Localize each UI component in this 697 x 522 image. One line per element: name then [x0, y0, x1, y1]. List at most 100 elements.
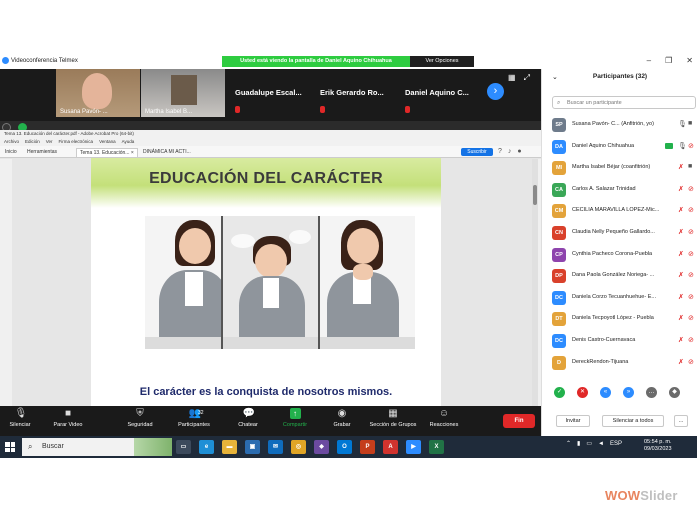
coffee-icon[interactable]: ◆ — [669, 387, 680, 398]
invite-button[interactable]: Invitar — [556, 415, 590, 427]
more-button[interactable]: ... — [674, 415, 688, 427]
record-button[interactable]: ◉ Grabar — [318, 408, 366, 428]
menu-item[interactable]: Firma electrónica — [59, 138, 94, 146]
participant-row[interactable]: DT Daniela Tecpoyotl López - Puebla ✗ ⊘ — [542, 309, 697, 331]
participant-row[interactable]: CP Cynthia Pacheco Corona-Puebla ✗ ⊘ — [542, 245, 697, 267]
app-icon[interactable]: ◆ — [314, 440, 329, 454]
video-off-icon[interactable]: ⊘ — [688, 271, 694, 279]
tab-herramientas[interactable]: Herramientas — [24, 148, 60, 157]
tab-document-2[interactable]: DINÁMICA MI ACTI... — [140, 148, 194, 157]
next-page-button[interactable]: › — [487, 83, 504, 100]
video-off-icon[interactable]: ⊘ — [688, 250, 694, 258]
bell-icon[interactable]: ♪ — [508, 148, 512, 155]
video-tile[interactable]: Guadalupe Escal... — [229, 69, 313, 117]
mic-tray-icon[interactable]: ▮ — [577, 440, 580, 447]
file-explorer-icon[interactable]: ▬ — [222, 440, 237, 454]
tab-document[interactable]: Tema 13. Educación... × — [76, 148, 138, 157]
breakout-rooms-button[interactable]: ▦ Sección de Grupos — [364, 408, 422, 428]
muted-mic-icon[interactable]: ✗ — [678, 271, 684, 279]
reactions-button[interactable]: ☺ Reacciones — [420, 408, 468, 428]
menu-item[interactable]: Archivo — [4, 138, 19, 146]
restore-icon[interactable]: ❐ — [665, 56, 672, 65]
share-screen-button[interactable]: ↑ Compartir — [271, 408, 319, 428]
muted-mic-icon[interactable]: ✗ — [678, 293, 684, 301]
acrobat-icon[interactable]: A — [383, 440, 398, 454]
minimize-icon[interactable]: – — [647, 56, 651, 65]
muted-mic-icon[interactable]: ✗ — [678, 314, 684, 322]
video-off-icon[interactable]: ⊘ — [688, 293, 694, 301]
video-tile[interactable]: Erik Gerardo Ro... — [314, 69, 398, 117]
layout-icon[interactable]: ▦ — [508, 73, 516, 83]
mail-icon[interactable]: ✉ — [268, 440, 283, 454]
subscribe-button[interactable]: Suscribir — [461, 148, 493, 156]
video-tile[interactable]: Susana Pavón- ... — [56, 69, 140, 117]
excel-icon[interactable]: X — [429, 440, 444, 454]
outlook-icon[interactable]: O — [337, 440, 352, 454]
video-tile[interactable]: Martha Isabel B... — [141, 69, 225, 117]
participants-button[interactable]: 👥 32 Participantes — [170, 408, 218, 428]
menu-item[interactable]: Ver — [46, 138, 53, 146]
video-camera-icon[interactable]: ■ — [688, 120, 692, 127]
volume-icon[interactable]: ◄ — [598, 441, 604, 447]
muted-mic-icon[interactable]: ✗ — [678, 336, 684, 344]
menu-item[interactable]: Edición — [25, 138, 40, 146]
chevron-down-icon[interactable]: ⌄ — [552, 73, 558, 81]
x-icon[interactable]: ✕ — [577, 387, 588, 398]
account-icon[interactable]: ● — [517, 148, 521, 155]
security-button[interactable]: ⛨ Seguridad — [116, 408, 164, 428]
more-icon[interactable]: … — [646, 387, 657, 398]
scroll-thumb[interactable] — [533, 185, 537, 205]
menu-item[interactable]: Ayuda — [122, 138, 135, 146]
muted-mic-icon[interactable]: ✗ — [678, 185, 684, 193]
network-icon[interactable]: ▭ — [586, 440, 592, 447]
mute-button[interactable]: 🎙 Silenciar — [0, 408, 44, 428]
zoom-icon[interactable]: ▶ — [406, 440, 421, 454]
taskbar-clock[interactable]: 05:54 p. m. 09/03/2023 — [644, 439, 672, 453]
stop-video-button[interactable]: ■ Parar Video — [44, 408, 92, 428]
mute-all-button[interactable]: Silenciar a todos — [602, 415, 664, 427]
microphone-icon[interactable]: 🎙 — [678, 142, 687, 150]
participant-row[interactable]: DC Daniela Corzo Tecuanhuehue- E... ✗ ⊘ — [542, 288, 697, 310]
muted-mic-icon[interactable]: ✗ — [678, 206, 684, 214]
participant-row[interactable]: SP Susana Pavón- C... (Anfitrión, yo) 🎙 ■ — [542, 115, 697, 137]
muted-mic-icon[interactable]: ✗ — [678, 250, 684, 258]
tab-inicio[interactable]: Inicio — [2, 148, 20, 157]
taskbar-search-input[interactable]: ⌕ Buscar — [22, 438, 172, 456]
microphone-icon[interactable]: 🎙 — [678, 120, 687, 128]
muted-mic-icon[interactable]: ✗ — [678, 228, 684, 236]
participant-row[interactable]: DA Daniel Aquino Chihuahua 🎙 ⊘ — [542, 137, 697, 159]
windows-start-icon[interactable] — [5, 442, 15, 452]
chat-button[interactable]: 💬 Chatear — [224, 408, 272, 428]
video-tile[interactable]: Daniel Aquino C... — [399, 69, 483, 117]
participant-search-input[interactable]: ⌕ Buscar un participante — [552, 96, 696, 109]
participant-row[interactable]: DC Denis Castro-Cuernavaca ✗ ⊘ — [542, 331, 697, 353]
participant-row[interactable]: CM CECILIA MARAVILLA LOPEZ-Mic... ✗ ⊘ — [542, 201, 697, 223]
store-icon[interactable]: ▣ — [245, 440, 260, 454]
powerpoint-icon[interactable]: P — [360, 440, 375, 454]
video-off-icon[interactable]: ⊘ — [688, 358, 694, 366]
task-view-icon[interactable]: ▭ — [176, 440, 191, 454]
end-meeting-button[interactable]: Fin — [503, 414, 535, 428]
rewind-icon[interactable]: « — [600, 387, 611, 398]
participant-row[interactable]: CN Claudia Nelly Pequeño Gallardo... ✗ ⊘ — [542, 223, 697, 245]
menu-item[interactable]: Ventana — [99, 138, 116, 146]
participant-row[interactable]: CA Carlos A. Salazar Trinidad ✗ ⊘ — [542, 180, 697, 202]
chevron-up-icon[interactable]: ⌃ — [566, 440, 571, 447]
fast-forward-icon[interactable]: » — [623, 387, 634, 398]
video-off-icon[interactable]: ⊘ — [688, 206, 694, 214]
video-off-icon[interactable]: ⊘ — [688, 142, 694, 150]
help-icon[interactable]: ? — [498, 148, 502, 155]
fullscreen-icon[interactable]: ⤢ — [524, 73, 530, 83]
participant-row[interactable]: DP Dana Paola González Noriega- ... ✗ ⊘ — [542, 266, 697, 288]
video-off-icon[interactable]: ⊘ — [688, 185, 694, 193]
video-off-icon[interactable]: ⊘ — [688, 228, 694, 236]
chrome-icon[interactable]: ◎ — [291, 440, 306, 454]
check-icon[interactable]: ✓ — [554, 387, 565, 398]
participant-row[interactable]: D DereckRendon-Tijuana ✗ ⊘ — [542, 353, 697, 375]
muted-mic-icon[interactable]: ✗ — [678, 163, 684, 171]
close-icon[interactable]: ✕ — [686, 56, 693, 65]
participant-row[interactable]: MI Martha Isabel Béjar (coanfitrión) ✗ ■ — [542, 158, 697, 180]
edge-icon[interactable]: e — [199, 440, 214, 454]
video-off-icon[interactable]: ⊘ — [688, 336, 694, 344]
video-camera-icon[interactable]: ■ — [688, 163, 692, 170]
